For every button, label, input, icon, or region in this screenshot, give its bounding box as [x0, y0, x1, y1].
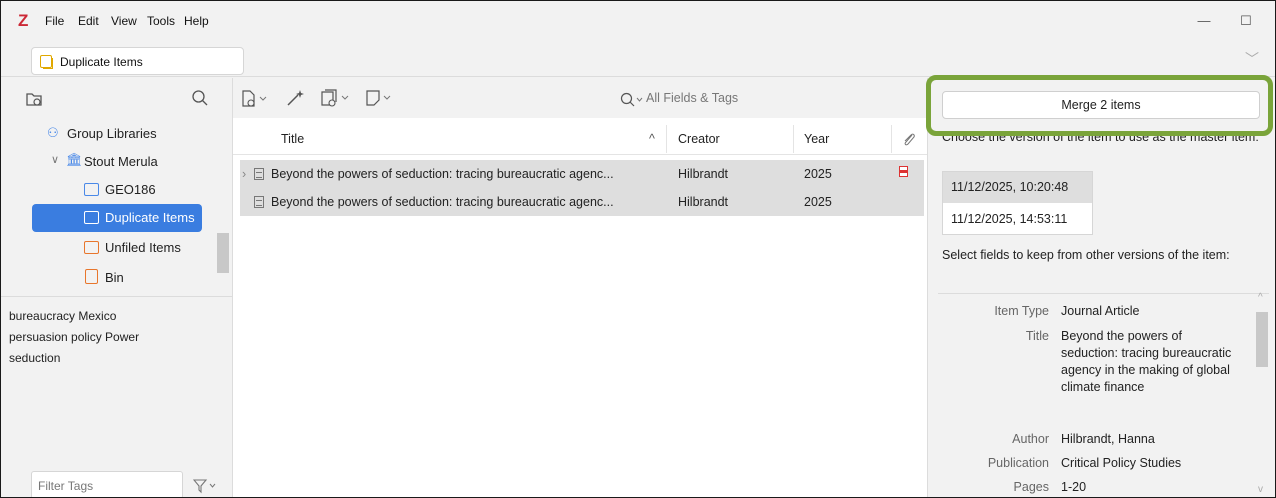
version-item[interactable]: 11/12/2025, 10:20:48: [943, 172, 1092, 203]
unfiled-icon: [84, 241, 99, 254]
tag-line[interactable]: seduction: [9, 351, 60, 365]
library-icon: 🏛: [66, 152, 83, 167]
chevron-down-icon[interactable]: ﹀: [1245, 49, 1259, 69]
scroll-down-icon[interactable]: v: [1258, 484, 1263, 495]
group-icon: ⚇: [47, 125, 59, 140]
tag-selector: bureaucracy Mexico persuasion policy Pow…: [1, 296, 233, 456]
version-list: 11/12/2025, 10:20:48 11/12/2025, 14:53:1…: [942, 171, 1093, 235]
tree-item-label: Bin: [105, 270, 124, 285]
duplicate-icon: [40, 55, 53, 69]
highlight-annotation: [926, 75, 1273, 136]
tag-line[interactable]: bureaucracy Mexico: [9, 309, 116, 323]
row-title: Beyond the powers of seduction: tracing …: [271, 167, 614, 181]
row-title: Beyond the powers of seduction: tracing …: [271, 195, 614, 209]
search-input[interactable]: [646, 91, 896, 105]
row-creator: Hilbrandt: [678, 195, 729, 209]
menu-bar: Z File Edit View Tools Help — ☐: [1, 1, 1275, 41]
journal-article-icon: [254, 196, 264, 208]
chevron-down-icon[interactable]: ∨: [51, 153, 59, 166]
select-fields-text: Select fields to keep from other version…: [942, 248, 1230, 262]
new-collection-icon[interactable]: [25, 90, 43, 107]
merge-pane: Merge 2 items Choose the version of the …: [927, 78, 1275, 497]
fields-scrollbar[interactable]: ^ v: [1255, 292, 1269, 497]
field-label: Author: [1012, 432, 1049, 446]
table-row[interactable]: Beyond the powers of seduction: tracing …: [240, 188, 924, 216]
duplicate-icon: [84, 211, 99, 224]
field-value: 1-20: [1061, 480, 1087, 494]
scroll-up-icon[interactable]: ^: [1258, 292, 1263, 303]
field-value: Critical Policy Studies: [1061, 456, 1182, 470]
tree-item-group-libraries[interactable]: ⚇ Group Libraries ^: [1, 120, 225, 148]
menu-edit[interactable]: Edit: [78, 14, 99, 28]
menu-file[interactable]: File: [45, 14, 64, 28]
menu-help[interactable]: Help: [184, 14, 209, 28]
magic-wand-icon[interactable]: [285, 88, 305, 108]
row-year: 2025: [804, 195, 832, 209]
tree-item-stout-merula[interactable]: ∨ 🏛 Stout Merula: [1, 148, 219, 176]
maximize-icon[interactable]: ☐: [1231, 9, 1261, 33]
tree-item-label: Duplicate Items: [105, 210, 195, 225]
column-title[interactable]: Title: [281, 132, 304, 146]
column-divider[interactable]: [891, 125, 892, 153]
chevron-right-icon[interactable]: ›: [242, 167, 246, 181]
field-label: Title: [1025, 329, 1049, 343]
search-icon[interactable]: [191, 89, 209, 107]
row-year: 2025: [804, 167, 832, 181]
tree-item-label: Unfiled Items: [105, 240, 181, 255]
filter-tags-input[interactable]: [32, 472, 180, 497]
column-divider[interactable]: [666, 125, 667, 153]
collections-toolbar: [1, 78, 233, 118]
tree-item-label: Stout Merula: [84, 154, 158, 169]
tag-filter-icon[interactable]: [193, 478, 217, 494]
tab-duplicate-items[interactable]: Duplicate Items: [31, 47, 244, 75]
column-year[interactable]: Year: [804, 132, 829, 146]
field-label: Item Type: [994, 304, 1049, 318]
collections-scrollbar[interactable]: [215, 118, 231, 298]
filter-tags-field[interactable]: [31, 471, 183, 497]
item-fields: Item Type Journal Article Title Beyond t…: [938, 292, 1269, 497]
tree-item-label: Group Libraries: [67, 126, 157, 141]
items-toolbar: [233, 78, 927, 118]
items-search[interactable]: [618, 88, 904, 112]
zotero-logo: Z: [18, 11, 29, 30]
bin-icon: [85, 269, 98, 284]
tree-item-bin[interactable]: Bin v: [1, 264, 225, 292]
field-label: Publication: [987, 456, 1049, 470]
tree-item-duplicate-items[interactable]: Duplicate Items: [32, 204, 202, 232]
zotero-window: Z File Edit View Tools Help — ☐ Duplicat…: [0, 0, 1276, 498]
attachment-column-icon[interactable]: [902, 132, 916, 148]
new-item-icon[interactable]: [241, 90, 271, 108]
menu-view[interactable]: View: [111, 14, 137, 28]
pdf-icon[interactable]: [899, 166, 908, 177]
collections-pane: ⚇ Group Libraries ^ ∨ 🏛 Stout Merula GEO…: [1, 78, 233, 497]
version-item[interactable]: 11/12/2025, 14:53:11: [943, 204, 1092, 235]
journal-article-icon: [254, 168, 264, 180]
field-value: Hilbrandt, Hanna: [1061, 432, 1155, 446]
column-divider[interactable]: [793, 125, 794, 153]
search-icon[interactable]: [620, 92, 646, 108]
scrollbar-thumb[interactable]: [217, 233, 229, 273]
tab-bar: Duplicate Items ﹀: [1, 41, 1275, 77]
column-header: Title ^ Creator Year: [233, 123, 927, 155]
tree-item-geo186[interactable]: GEO186: [1, 176, 219, 204]
new-note-icon[interactable]: [365, 89, 395, 108]
sort-ascending-icon[interactable]: ^: [649, 132, 655, 146]
folder-icon: [84, 183, 99, 196]
add-attachment-icon[interactable]: [319, 89, 353, 108]
column-creator[interactable]: Creator: [678, 132, 720, 146]
menu-tools[interactable]: Tools: [147, 14, 175, 28]
field-label: Pages: [1013, 480, 1049, 494]
minimize-icon[interactable]: —: [1189, 9, 1219, 33]
tree-item-label: GEO186: [105, 182, 156, 197]
tree-item-unfiled-items[interactable]: Unfiled Items: [1, 234, 219, 262]
tag-line[interactable]: persuasion policy Power: [9, 330, 139, 344]
tab-label: Duplicate Items: [60, 55, 143, 69]
scrollbar-thumb[interactable]: [1256, 312, 1268, 367]
items-pane: Title ^ Creator Year › Beyond the powers…: [233, 78, 927, 497]
field-value: Journal Article: [1061, 304, 1140, 318]
table-row[interactable]: › Beyond the powers of seduction: tracin…: [240, 160, 924, 188]
field-value: Beyond the powers of seduction: tracing …: [1061, 329, 1232, 394]
row-creator: Hilbrandt: [678, 167, 729, 181]
